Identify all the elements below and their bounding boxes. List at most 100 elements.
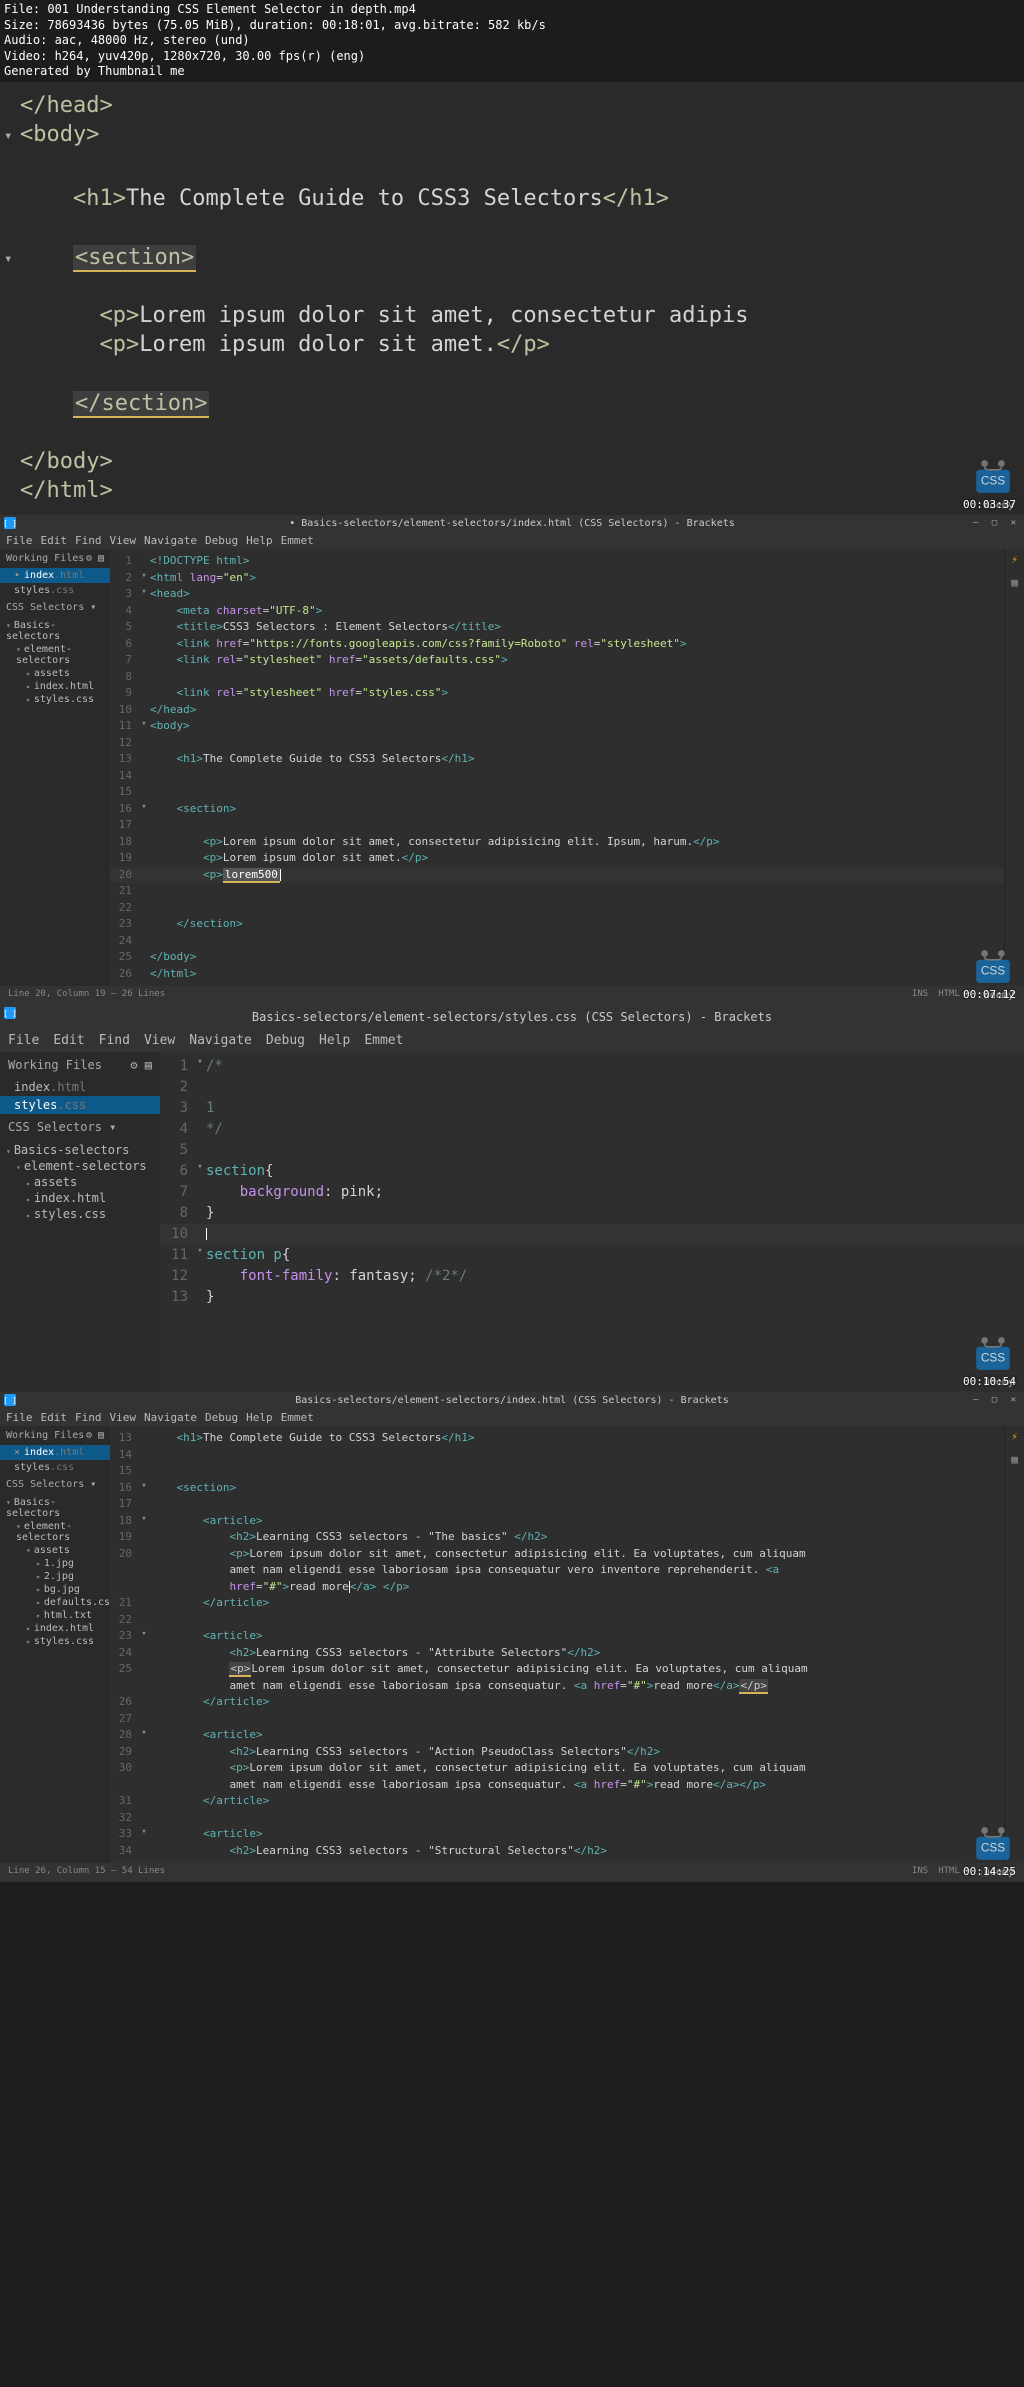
file-index-html[interactable]: index.html [0,680,110,693]
menu-find[interactable]: Find [99,1033,130,1048]
status-INS[interactable]: INS [912,989,928,1002]
menu-emmet[interactable]: Emmet [281,1411,314,1424]
code-line[interactable]: 14 [110,1447,1004,1464]
code-line[interactable]: 18▾ <article> [110,1513,1004,1530]
file-styles-css[interactable]: styles.css [0,693,110,706]
window-controls[interactable]: — ▢ ✕ [973,518,1020,528]
code-line[interactable]: 20 <p>Lorem ipsum dolor sit amet, consec… [110,1546,1004,1563]
live-preview-icon[interactable]: ⚡ [1005,549,1024,570]
code-line[interactable]: 26 </article> [110,1694,1004,1711]
code-line[interactable]: 28▾ <article> [110,1727,1004,1744]
file-2-jpg[interactable]: 2.jpg [0,1570,110,1583]
code-line[interactable]: 20 <p>lorem500 [110,867,1004,884]
code-line[interactable]: 9 <link rel="stylesheet" href="styles.cs… [110,685,1004,702]
code-line[interactable]: 12 font-family: fantasy; /*2*/ [160,1266,1024,1287]
code-line[interactable]: 31 </article> [110,1793,1004,1810]
menu-file[interactable]: File [6,1411,33,1424]
folder-element-selectors[interactable]: element-selectors [0,1158,160,1174]
code-line[interactable]: 26</html> [110,966,1004,983]
code-line[interactable]: 19 <h2>Learning CSS3 selectors - "The ba… [110,1529,1004,1546]
menu-edit[interactable]: Edit [41,534,68,547]
working-file-index[interactable]: index.html [0,568,110,583]
code-line[interactable]: 24 <h2>Learning CSS3 selectors - "Attrib… [110,1645,1004,1662]
code-line[interactable]: 27 [110,1711,1004,1728]
menu-navigate[interactable]: Navigate [144,534,197,547]
code-line[interactable]: 17 [110,817,1004,834]
code-line[interactable]: 25 <p>Lorem ipsum dolor sit amet, consec… [110,1661,1004,1678]
working-file-index[interactable]: index.html [0,1445,110,1460]
code-line[interactable]: 34 <h2>Learning CSS3 selectors - "Struct… [110,1843,1004,1860]
code-line[interactable]: 5 [160,1140,1024,1161]
project-dropdown[interactable]: CSS Selectors ▾ [0,598,110,617]
code-line[interactable]: 8} [160,1203,1024,1224]
gear-icon[interactable]: ⚙ ▤ [86,1430,104,1441]
code-line[interactable]: 6 <link href="https://fonts.googleapis.c… [110,636,1004,653]
file-bg-jpg[interactable]: bg.jpg [0,1583,110,1596]
code-line[interactable]: 11▾<body> [110,718,1004,735]
code-line[interactable]: 2▾<html lang="en"> [110,570,1004,587]
code-editor[interactable]: 1▾/*2314*/56▾section{7 background: pink;… [160,1052,1024,1392]
code-line[interactable]: 33▾ <article> [110,1826,1004,1843]
gear-icon[interactable]: ⚙ ▤ [86,553,104,564]
project-dropdown[interactable]: CSS Selectors ▾ [0,1475,110,1494]
working-file-styles[interactable]: styles.css [0,583,110,598]
code-editor[interactable]: 1<!DOCTYPE html>2▾<html lang="en">3▾<hea… [110,549,1004,986]
code-line[interactable]: 25</body> [110,949,1004,966]
status-INS[interactable]: INS [912,1866,928,1879]
working-file-styles[interactable]: styles.css [0,1460,110,1475]
code-line[interactable]: 18 <p>Lorem ipsum dolor sit amet, consec… [110,834,1004,851]
code-line[interactable]: 31 [160,1098,1024,1119]
code-line[interactable]: 5 <title>CSS3 Selectors : Element Select… [110,619,1004,636]
menu-find[interactable]: Find [75,534,102,547]
gear-icon[interactable]: ⚙ ▤ [130,1058,152,1072]
working-files-header[interactable]: Working Files⚙ ▤ [0,1426,110,1445]
code-line[interactable]: 1<!DOCTYPE html> [110,553,1004,570]
code-line[interactable]: 3▾<head> [110,586,1004,603]
code-line[interactable]: 12 [110,735,1004,752]
folder-assets[interactable]: assets [0,1174,160,1190]
code-line[interactable]: 21 [110,883,1004,900]
menu-help[interactable]: Help [246,534,273,547]
folder-Basics-selectors[interactable]: Basics-selectors [0,1496,110,1520]
code-line[interactable]: 30 <p>Lorem ipsum dolor sit amet, consec… [110,1760,1004,1777]
working-file-index[interactable]: index.html [0,1078,160,1096]
file-defaults-css[interactable]: defaults.css [0,1596,110,1609]
code-line[interactable]: 6▾section{ [160,1161,1024,1182]
code-line[interactable]: 4 <meta charset="UTF-8"> [110,603,1004,620]
file-styles-css[interactable]: styles.css [0,1635,110,1648]
folder-Basics-selectors[interactable]: Basics-selectors [0,1142,160,1158]
menu-navigate[interactable]: Navigate [144,1411,197,1424]
code-line[interactable]: 1▾/* [160,1056,1024,1077]
menu-view[interactable]: View [144,1033,175,1048]
folder-element-selectors[interactable]: element-selectors [0,643,110,667]
working-files-header[interactable]: Working Files⚙ ▤ [0,549,110,568]
menu-view[interactable]: View [110,534,137,547]
code-line[interactable]: 21 </article> [110,1595,1004,1612]
code-line[interactable]: 16▾ <section> [110,801,1004,818]
code-line[interactable]: 7 <link rel="stylesheet" href="assets/de… [110,652,1004,669]
menu-emmet[interactable]: Emmet [364,1033,403,1048]
code-line[interactable]: amet nam eligendi esse laboriosam ipsa c… [110,1678,1004,1695]
code-line[interactable]: 15 [110,1463,1004,1480]
menu-debug[interactable]: Debug [266,1033,305,1048]
project-dropdown[interactable]: CSS Selectors ▾ [0,1114,160,1140]
code-line[interactable]: href="#">read more</a> </p> [110,1579,1004,1596]
code-line[interactable]: 13 <h1>The Complete Guide to CSS3 Select… [110,751,1004,768]
code-editor[interactable]: 13 <h1>The Complete Guide to CSS3 Select… [110,1426,1004,1863]
menu-help[interactable]: Help [246,1411,273,1424]
menu-navigate[interactable]: Navigate [189,1033,252,1048]
code-line[interactable]: 2 [160,1077,1024,1098]
code-line[interactable]: 8 [110,669,1004,686]
extensions-icon[interactable]: ▦ [1005,1453,1024,1466]
file-1-jpg[interactable]: 1.jpg [0,1557,110,1570]
file-index-html[interactable]: index.html [0,1190,160,1206]
folder-assets[interactable]: assets [0,667,110,680]
menu-emmet[interactable]: Emmet [281,534,314,547]
working-files-header[interactable]: Working Files⚙ ▤ [0,1052,160,1078]
working-file-styles[interactable]: styles.css [0,1096,160,1114]
code-line[interactable]: 10</head> [110,702,1004,719]
code-line[interactable]: 24 [110,933,1004,950]
menu-help[interactable]: Help [319,1033,350,1048]
file-index-html[interactable]: index.html [0,1622,110,1635]
code-line[interactable]: 11▾section p{ [160,1245,1024,1266]
